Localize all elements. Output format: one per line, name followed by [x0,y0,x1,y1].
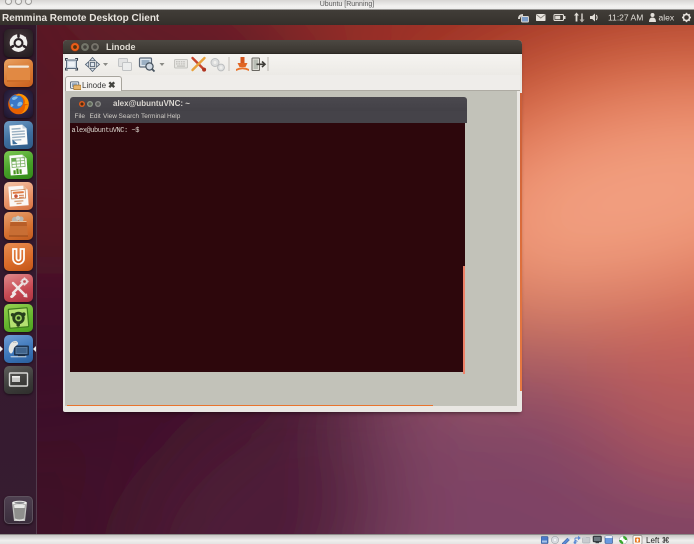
svg-text:11:27 AM: 11:27 AM [608,13,643,23]
svg-text:Left ⌘: Left ⌘ [646,536,670,544]
svg-text:alex: alex [659,13,675,23]
